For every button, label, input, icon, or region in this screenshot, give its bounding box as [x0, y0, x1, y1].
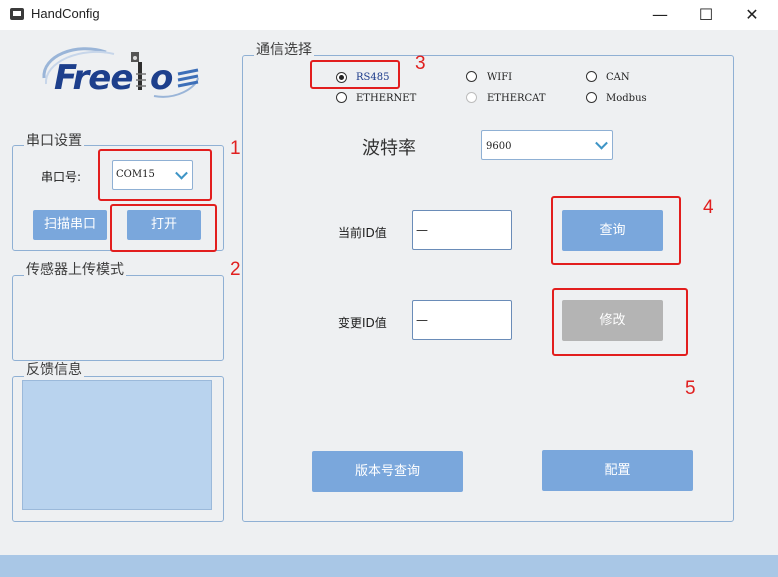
radio-modbus[interactable] — [586, 92, 597, 103]
logo-text-tail: o — [150, 58, 174, 98]
feedback-title: 反馈信息 — [24, 362, 84, 378]
annotation-number-4: 4 — [703, 197, 714, 218]
change-id-field[interactable]: — — [412, 300, 512, 340]
annotation-number-1: 1 — [230, 138, 241, 159]
radio-can[interactable] — [586, 71, 597, 82]
baud-rate-value: 9600 — [486, 141, 512, 152]
scan-port-button[interactable]: 扫描串口 — [33, 210, 107, 240]
config-button[interactable]: 配置 — [542, 450, 693, 491]
annotation-box-1 — [98, 149, 212, 201]
minimize-button[interactable]: — — [637, 0, 683, 30]
status-bar — [0, 555, 778, 577]
serial-settings-title: 串口设置 — [24, 133, 84, 149]
radio-modbus-label: Modbus — [606, 93, 647, 104]
current-id-label: 当前ID值 — [338, 226, 387, 240]
version-query-button[interactable]: 版本号查询 — [312, 451, 463, 492]
radio-ethercat[interactable] — [466, 92, 477, 103]
maximize-button[interactable]: ☐ — [683, 0, 729, 30]
baud-rate-select[interactable]: 9600 — [481, 130, 613, 160]
port-label: 串口号: — [41, 170, 82, 184]
radio-ethernet[interactable] — [336, 92, 347, 103]
annotation-number-2: 2 — [230, 259, 241, 280]
radio-ethercat-label: ETHERCAT — [487, 93, 546, 104]
current-id-field[interactable]: — — [412, 210, 512, 250]
radio-wifi[interactable] — [466, 71, 477, 82]
chevron-down-icon — [595, 136, 608, 150]
feedback-textarea[interactable] — [22, 380, 212, 510]
close-button[interactable]: ✕ — [729, 0, 775, 30]
app-icon — [10, 8, 24, 20]
radio-can-label: CAN — [606, 72, 630, 83]
annotation-box-5 — [552, 288, 688, 356]
title-bar: HandConfig — ☐ ✕ — [0, 0, 778, 30]
change-id-label: 变更ID值 — [338, 316, 387, 330]
annotation-box-4 — [551, 196, 681, 265]
sensor-upload-title: 传感器上传模式 — [24, 262, 126, 278]
annotation-box-2 — [110, 204, 217, 252]
freelo-logo: Free o — [36, 44, 206, 104]
annotation-box-3 — [310, 60, 400, 89]
sensor-upload-group — [12, 275, 224, 361]
annotation-number-5: 5 — [685, 378, 696, 399]
baud-rate-label: 波特率 — [362, 138, 416, 159]
annotation-number-3: 3 — [415, 53, 426, 74]
logo-text: Free — [54, 58, 133, 98]
window-title: HandConfig — [31, 6, 100, 21]
radio-ethernet-label: ETHERNET — [356, 93, 417, 104]
comm-select-title: 通信选择 — [254, 42, 314, 58]
radio-wifi-label: WIFI — [487, 72, 513, 83]
